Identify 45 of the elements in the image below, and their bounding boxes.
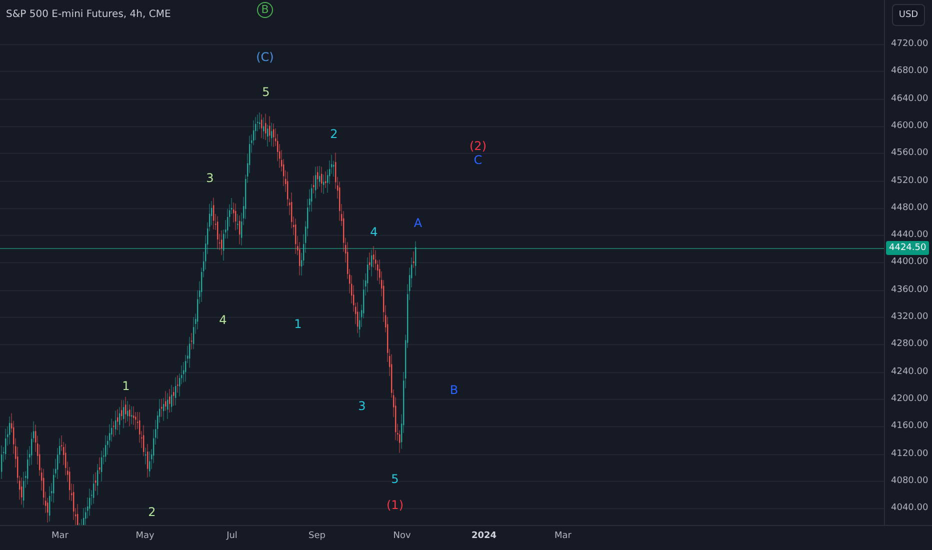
- wave-label: 1: [294, 317, 302, 331]
- time-tick: May: [136, 531, 154, 541]
- currency-button[interactable]: USD: [892, 4, 925, 26]
- wave-label: (2): [470, 139, 486, 153]
- wave-label: 5: [391, 472, 399, 486]
- wave-label: 2: [330, 127, 338, 141]
- wave-label: (1): [386, 498, 404, 512]
- wave-label: 5: [262, 85, 270, 99]
- price-tick: 4640.00: [891, 94, 928, 104]
- price-tick: 4600.00: [891, 120, 928, 131]
- price-tick: 4720.00: [891, 39, 928, 49]
- wave-label: B: [450, 383, 458, 397]
- wave-label: (C): [256, 50, 274, 64]
- time-tick: Sep: [308, 531, 326, 541]
- wave-label: 1: [122, 379, 130, 393]
- price-tick: 4520.00: [891, 176, 928, 186]
- wave-label: 4: [219, 313, 227, 327]
- wave-label: 4: [370, 225, 378, 239]
- wave-label: B: [257, 2, 273, 18]
- wave-label: 3: [206, 171, 214, 185]
- time-tick: Jul: [226, 531, 238, 541]
- price-tick: 4440.00: [891, 230, 928, 240]
- price-tick: 4120.00: [891, 448, 928, 458]
- time-tick: 2024: [471, 531, 497, 541]
- price-tick: 4680.00: [891, 66, 928, 76]
- price-tick: 4200.00: [891, 394, 928, 404]
- wave-label: 3: [358, 399, 366, 413]
- price-tick: 4360.00: [891, 284, 928, 295]
- price-tick: 4280.00: [891, 339, 928, 350]
- wave-label: C: [474, 153, 482, 167]
- price-tick: 4400.00: [891, 257, 928, 268]
- price-tick: 4240.00: [891, 366, 928, 377]
- wave-label: 2: [148, 505, 156, 519]
- price-tick: 4320.00: [891, 312, 928, 322]
- wave-label: A: [414, 216, 422, 230]
- price-tick: 4160.00: [891, 421, 928, 432]
- time-tick: Nov: [393, 531, 411, 541]
- time-tick: Mar: [554, 531, 572, 541]
- price-tick: 4480.00: [891, 202, 928, 213]
- last-price-label: 4424.50: [886, 241, 930, 255]
- chart-title: S&P 500 E-mini Futures, 4h, CME: [6, 9, 171, 20]
- time-tick: Mar: [52, 531, 68, 541]
- price-tick: 4080.00: [891, 476, 928, 486]
- price-tick: 4040.00: [891, 503, 928, 514]
- price-tick: 4560.00: [891, 148, 928, 158]
